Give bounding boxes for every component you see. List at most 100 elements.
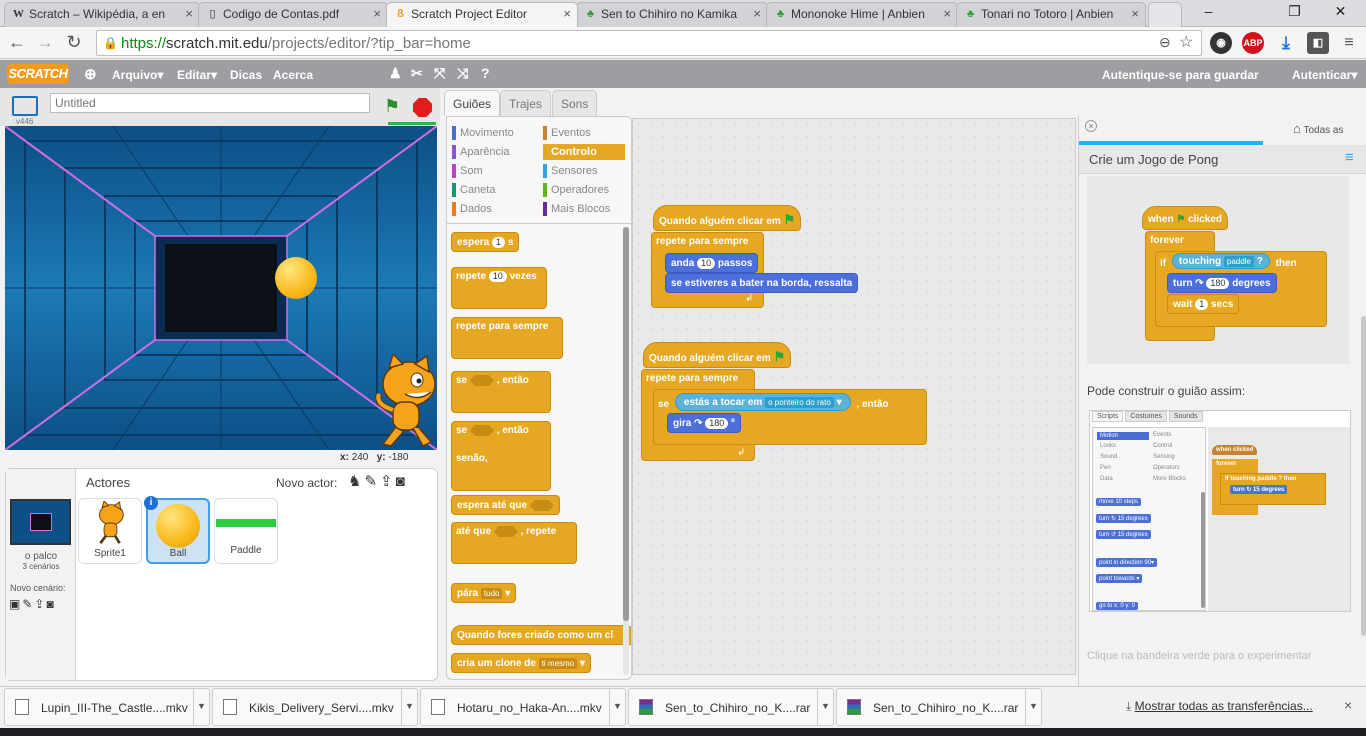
- globe-icon[interactable]: ⊕: [84, 65, 97, 83]
- upload-icon[interactable]: ⇪: [380, 473, 396, 490]
- category-operators[interactable]: Operadores: [543, 182, 625, 198]
- close-icon[interactable]: ×: [373, 6, 381, 21]
- tips-home-link[interactable]: ⌂ Todas as: [1293, 121, 1344, 136]
- category-more-blocks[interactable]: Mais Blocos: [543, 201, 625, 217]
- chevron-down-icon[interactable]: ▼: [401, 689, 417, 725]
- sprite-thumb-ball[interactable]: i Ball: [144, 496, 210, 564]
- stage-canvas[interactable]: [5, 126, 437, 450]
- browser-tab-active[interactable]: ß Scratch Project Editor ×: [386, 2, 578, 27]
- zoom-icon[interactable]: ⊖: [1159, 34, 1171, 51]
- browser-tab[interactable]: W Scratch – Wikipédia, a en ×: [4, 2, 200, 27]
- close-icon[interactable]: ×: [563, 6, 571, 21]
- signin-menu[interactable]: Autenticar▾: [1292, 68, 1357, 82]
- upload-icon[interactable]: ⇪: [34, 597, 46, 611]
- paint-backdrop-icon[interactable]: ▣: [9, 597, 22, 611]
- sprite-library-icon[interactable]: ♞: [348, 473, 364, 490]
- project-title-input[interactable]: [50, 93, 370, 113]
- category-motion[interactable]: Movimento: [452, 125, 534, 141]
- ball-sprite[interactable]: [275, 257, 317, 299]
- menu-icon[interactable]: ≡: [1345, 149, 1354, 166]
- browser-tab[interactable]: ♣ Mononoke Hime | Anbien ×: [766, 2, 958, 27]
- back-icon[interactable]: ←: [6, 32, 28, 53]
- duplicate-icon[interactable]: ♟: [389, 65, 402, 82]
- camera-icon[interactable]: ◙: [46, 597, 55, 611]
- download-item[interactable]: Hotaru_no_Haka-An....mkv ▼: [420, 688, 626, 726]
- close-icon[interactable]: ×: [1344, 697, 1352, 713]
- close-icon[interactable]: ×: [1085, 120, 1097, 132]
- fullscreen-icon[interactable]: [12, 96, 38, 116]
- category-looks[interactable]: Aparência: [452, 144, 534, 160]
- shrink-icon[interactable]: ⤨: [457, 65, 468, 82]
- scratch-logo[interactable]: SCRATCH: [7, 64, 69, 84]
- info-icon[interactable]: i: [144, 496, 158, 510]
- extension-icon[interactable]: ◧: [1307, 32, 1329, 54]
- script2-hat-block[interactable]: Quando alguém clicar em ⚑: [643, 342, 792, 368]
- block-wait-until[interactable]: espera até que: [451, 495, 560, 515]
- tab-sounds[interactable]: Sons: [552, 90, 598, 116]
- palette-scrollbar[interactable]: [623, 227, 629, 675]
- menu-tips[interactable]: Dicas: [230, 68, 262, 82]
- cat-sprite[interactable]: [369, 354, 437, 450]
- menu-edit[interactable]: Editar▾: [177, 68, 217, 82]
- category-control[interactable]: Controlo: [543, 144, 625, 160]
- stop-icon[interactable]: [413, 98, 432, 117]
- download-item[interactable]: Lupin_III-The_Castle....mkv ▼: [4, 688, 210, 726]
- new-tab-button[interactable]: [1148, 2, 1182, 27]
- browser-tab[interactable]: ♣ Sen to Chihiro no Kamika ×: [576, 2, 768, 27]
- grow-icon[interactable]: ⤧: [434, 65, 445, 82]
- chevron-down-icon[interactable]: ▼: [1025, 689, 1041, 725]
- menu-about[interactable]: Acerca: [273, 68, 313, 82]
- bookmark-star-icon[interactable]: ☆: [1179, 32, 1193, 52]
- minimize-icon[interactable]: ‒: [1186, 0, 1231, 22]
- brush-icon[interactable]: ✎: [364, 473, 380, 490]
- close-icon[interactable]: ×: [1131, 6, 1139, 21]
- download-icon[interactable]: ⤓: [1275, 32, 1297, 54]
- tab-costumes[interactable]: Trajes: [500, 90, 551, 116]
- chevron-down-icon[interactable]: ▼: [609, 689, 625, 725]
- maximize-icon[interactable]: ❐: [1272, 0, 1317, 22]
- forward-icon[interactable]: →: [34, 32, 56, 53]
- close-icon[interactable]: ×: [753, 6, 761, 21]
- cut-icon[interactable]: ✂: [411, 65, 423, 82]
- category-sensing[interactable]: Sensores: [543, 163, 625, 179]
- menu-file[interactable]: Arquivo▾: [112, 68, 163, 82]
- download-item[interactable]: Sen_to_Chihiro_no_K....rar ▼: [628, 688, 834, 726]
- browser-tab[interactable]: ♣ Tonari no Totoro | Anbien ×: [956, 2, 1146, 27]
- close-icon[interactable]: ×: [185, 6, 193, 21]
- adblock-icon[interactable]: ABP: [1242, 32, 1264, 54]
- script2-turn-block[interactable]: gira ↷ 180 º: [667, 413, 741, 433]
- camera-icon[interactable]: ◙: [396, 473, 408, 490]
- tab-scripts[interactable]: Guiões: [444, 90, 501, 116]
- scripts-area[interactable]: Quando alguém clicar em ⚑ repete para se…: [632, 118, 1076, 675]
- stage-thumbnail[interactable]: [10, 499, 71, 545]
- block-stop[interactable]: pára tudo ▾: [451, 583, 517, 603]
- reload-icon[interactable]: ↻: [63, 32, 85, 53]
- category-pen[interactable]: Caneta: [452, 182, 534, 198]
- tips-scrollbar[interactable]: [1361, 316, 1366, 636]
- chevron-down-icon[interactable]: ▼: [817, 689, 833, 725]
- script1-bounce-block[interactable]: se estiveres a bater na borda, ressalta: [665, 273, 859, 293]
- script1-hat-block[interactable]: Quando alguém clicar em ⚑: [653, 205, 802, 231]
- block-create-clone[interactable]: cria um clone de ti mesmo ▾: [451, 653, 591, 673]
- save-signin-link[interactable]: Autentique-se para guardar: [1102, 68, 1259, 82]
- close-window-icon[interactable]: ✕: [1318, 0, 1363, 22]
- sprite-thumb-paddle[interactable]: Paddle: [214, 498, 278, 564]
- block-when-clone[interactable]: Quando fores criado como um cl: [451, 625, 631, 645]
- green-flag-icon[interactable]: ⚑: [384, 96, 400, 117]
- download-item[interactable]: Kikis_Delivery_Servi....mkv ▼: [212, 688, 418, 726]
- close-icon[interactable]: ×: [943, 6, 951, 21]
- help-icon[interactable]: ?: [481, 65, 490, 81]
- brush-icon[interactable]: ✎: [22, 597, 34, 611]
- chevron-down-icon[interactable]: ▼: [193, 689, 209, 725]
- show-all-downloads-link[interactable]: ⤓ Mostrar todas as transferências...: [1126, 699, 1313, 714]
- download-item[interactable]: Sen_to_Chihiro_no_K....rar ▼: [836, 688, 1042, 726]
- block-wait[interactable]: espera 1 s: [451, 232, 520, 252]
- browser-tab[interactable]: ▯ Codigo de Contas.pdf ×: [198, 2, 388, 27]
- script1-move-block[interactable]: anda 10 passos: [665, 253, 759, 273]
- sprite-thumb-sprite1[interactable]: Sprite1: [78, 498, 142, 564]
- category-events[interactable]: Eventos: [543, 125, 625, 141]
- address-bar[interactable]: 🔒 https://scratch.mit.edu/projects/edito…: [96, 30, 1202, 56]
- extension-icon[interactable]: ◉: [1210, 32, 1232, 54]
- menu-icon[interactable]: ≡: [1338, 32, 1360, 54]
- script2-touching-block[interactable]: estás a tocar em o ponteiro do rato ▾: [674, 393, 851, 411]
